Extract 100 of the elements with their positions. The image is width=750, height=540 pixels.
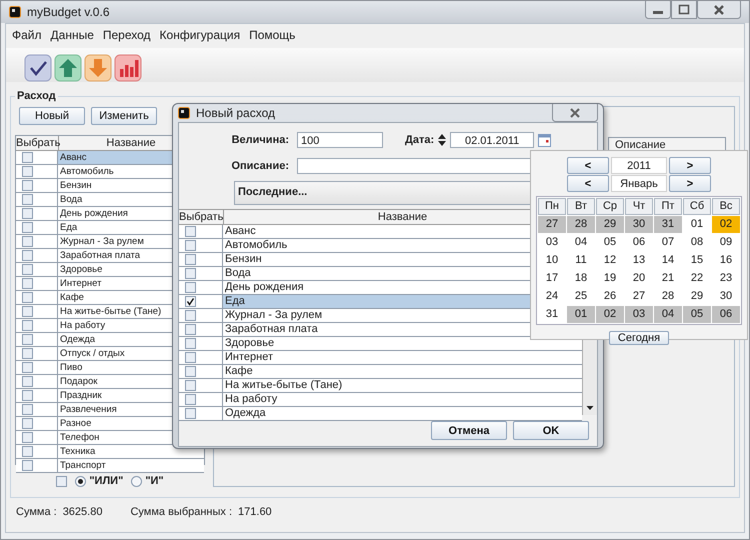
checkbox[interactable] [185,352,196,363]
previous-button[interactable]: < [567,175,609,192]
toolbar-button[interactable]: Новый [19,107,85,125]
radio-button[interactable] [131,476,142,486]
day-cell[interactable]: 05 [683,306,711,323]
checkbox[interactable] [22,334,33,345]
calendar-icon[interactable] [538,134,552,146]
checkbox[interactable] [22,418,33,429]
column-header[interactable]: Выбрать [179,210,224,224]
day-cell[interactable]: 01 [567,306,595,323]
panel-title: Расход [16,90,57,102]
bar-chart-icon[interactable] [114,54,142,82]
checkbox[interactable] [22,292,33,303]
previous-button[interactable]: < [567,157,609,174]
close-icon[interactable] [552,104,598,122]
checkbox[interactable] [185,324,196,335]
dialog-title: Новый расход [196,106,276,120]
next-button[interactable]: > [669,175,711,192]
toolbar-button[interactable]: Изменить [91,107,157,125]
month-field[interactable]: Январь [611,175,667,192]
selected-total-label: Сумма выбранных : [130,506,232,518]
checkbox[interactable] [22,278,33,289]
date-field[interactable]: 02.01.2011 [450,132,534,148]
menu-item[interactable]: Файл [12,28,42,42]
checkbox[interactable] [22,404,33,415]
weekday-header: Ср [596,198,624,215]
field-label: Дата: [405,134,434,146]
checkbox[interactable] [185,394,196,405]
next-button[interactable]: > [669,157,711,174]
checkbox[interactable] [185,310,196,321]
checkbox[interactable] [185,282,196,293]
checkbox[interactable] [22,362,33,373]
radio-button[interactable] [75,476,86,486]
checkbox[interactable] [22,432,33,443]
checkbox[interactable] [185,254,196,265]
column-header[interactable]: Выбрать [16,136,59,150]
checkbox[interactable] [22,320,33,331]
day-cell[interactable]: 02 [712,216,740,233]
checkbox[interactable] [185,268,196,279]
checkbox[interactable] [185,226,196,237]
checkbox[interactable] [22,194,33,205]
menu-item[interactable]: Помощь [249,28,296,42]
checkbox[interactable] [22,236,33,247]
selected-total-value: 171.60 [238,506,272,518]
total-label: Сумма : [16,506,57,518]
day-cell[interactable]: 03 [625,306,653,323]
checkbox[interactable] [22,264,33,275]
maximize-icon[interactable] [671,1,697,19]
day-cell[interactable]: 30 [625,216,653,233]
checkbox[interactable] [56,476,68,486]
checkbox[interactable] [185,240,196,251]
day-cell[interactable]: 31 [654,216,682,233]
checkbox[interactable] [22,166,33,177]
checkbox[interactable] [22,152,33,163]
menu-item[interactable]: Данные [50,28,94,42]
dialog-button[interactable]: Отмена [431,421,507,440]
minimize-icon[interactable] [645,1,671,19]
day-cell[interactable]: 27 [538,216,566,233]
checkbox[interactable] [22,446,33,457]
checkbox[interactable] [22,306,33,317]
close-icon[interactable] [697,1,741,19]
checkbox[interactable] [22,460,33,471]
year-field[interactable]: 2011 [611,157,667,174]
window-title: myBudget v.0.6 [27,5,110,19]
app-icon [178,107,190,119]
checkbox[interactable] [22,250,33,261]
checkbox[interactable] [22,208,33,219]
app-icon [9,6,21,18]
input-field[interactable]: 100 [297,132,383,148]
checkmark-icon[interactable] [24,54,52,82]
checkbox[interactable] [22,180,33,191]
day-cell[interactable]: 02 [596,306,624,323]
weekday-header: Вс [712,198,740,215]
checkbox[interactable] [22,376,33,387]
weekday-header: Сб [683,198,711,215]
dialog-button[interactable]: OK [513,421,589,440]
checkbox[interactable] [185,408,196,419]
checkbox[interactable] [22,348,33,359]
weekday-header: Пн [538,198,566,215]
field-label: Величина: [230,134,290,146]
menu-item[interactable]: Конфигурация [160,28,240,42]
weekday-header: Пт [654,198,682,215]
day-cell[interactable]: 06 [712,306,740,323]
spinner-icon[interactable] [437,133,448,147]
weekday-header: Чт [625,198,653,215]
checkbox[interactable] [185,296,196,307]
day-cell[interactable]: 29 [596,216,624,233]
radio-label[interactable]: "И" [145,475,164,487]
checkbox[interactable] [185,338,196,349]
field-label: Описание: [230,160,290,172]
menu-item[interactable]: Переход [102,28,151,42]
day-cell[interactable]: 04 [654,306,682,323]
checkbox[interactable] [22,222,33,233]
day-cell[interactable]: 28 [567,216,595,233]
radio-label[interactable]: "ИЛИ" [89,475,124,487]
total-value: 3625.80 [62,506,102,518]
today-button[interactable]: Сегодня [609,331,669,345]
checkbox[interactable] [185,366,196,377]
checkbox[interactable] [22,390,33,401]
checkbox[interactable] [185,380,196,391]
